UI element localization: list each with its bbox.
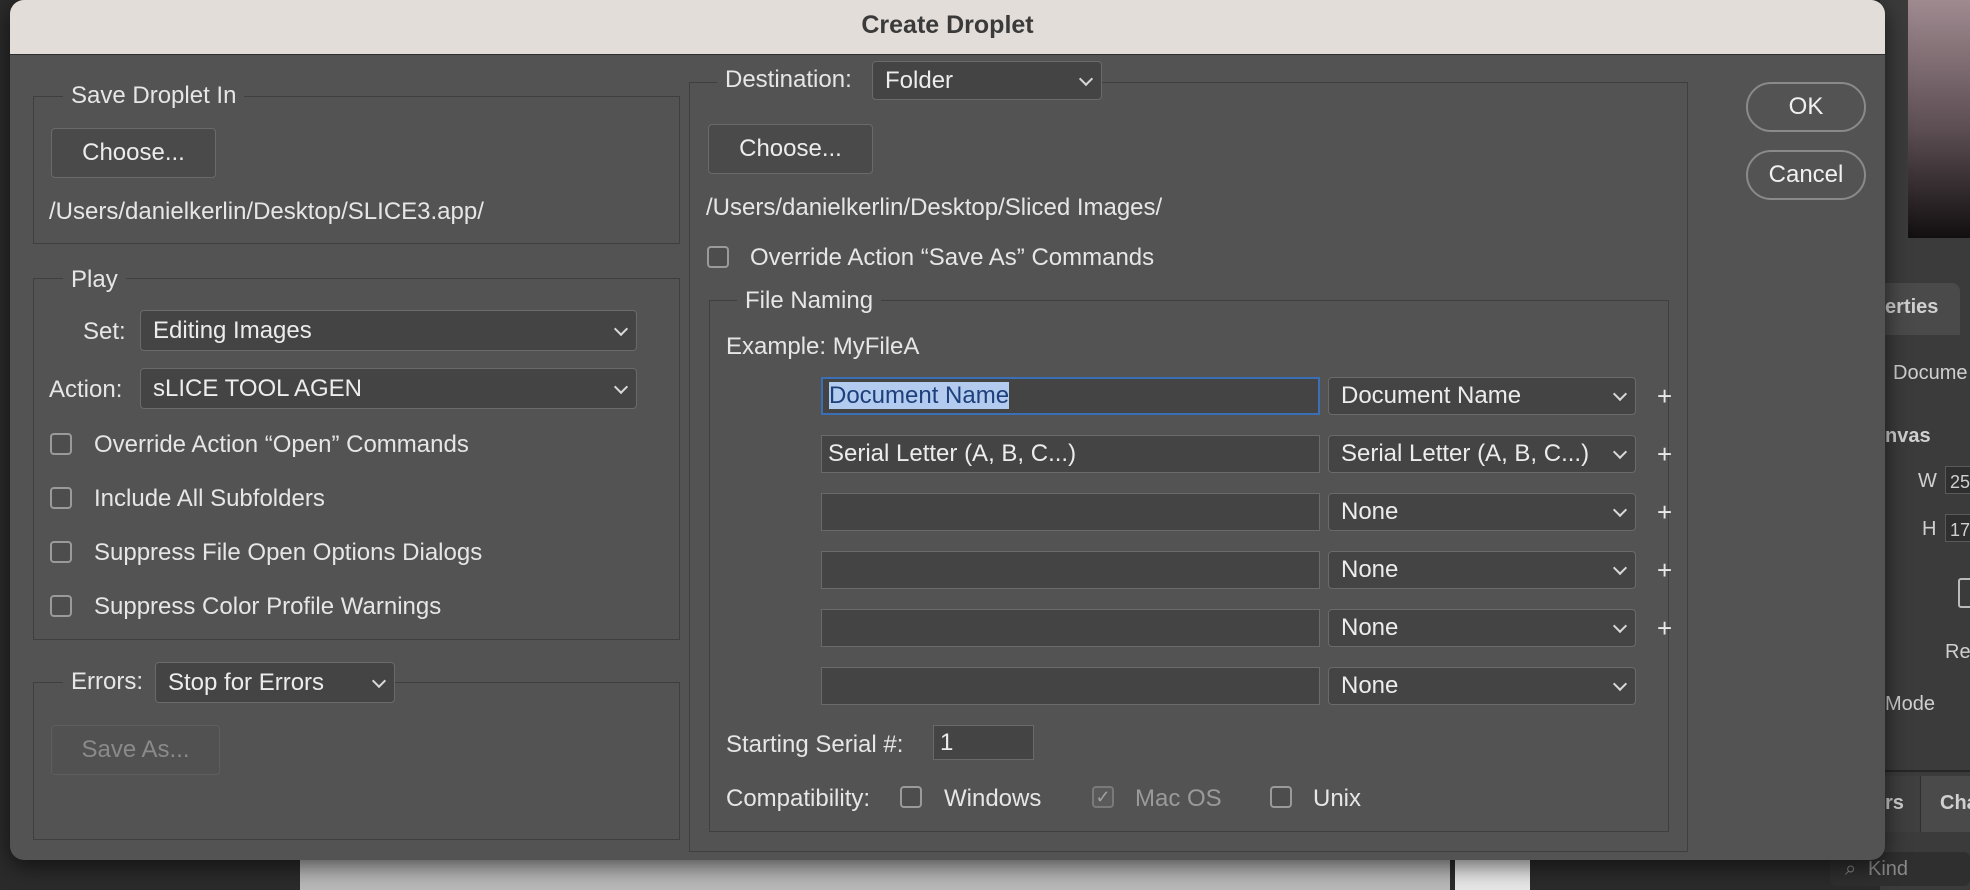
errors-select[interactable]: Stop for Errors xyxy=(155,662,395,703)
naming-select-1-value: Document Name xyxy=(1341,382,1522,409)
windows-checkbox[interactable] xyxy=(900,786,922,808)
naming-select-4-value: None xyxy=(1341,556,1399,583)
unix-checkbox[interactable] xyxy=(1270,786,1292,808)
chevron-down-icon xyxy=(1612,386,1628,402)
canvas-image-edge xyxy=(1455,855,1530,890)
width-input[interactable]: 25 xyxy=(1945,466,1970,494)
naming-field-1[interactable]: Document Name xyxy=(821,377,1320,415)
destination-choose-button[interactable]: Choose... xyxy=(708,124,873,174)
suppress-color-profile-label: Suppress Color Profile Warnings xyxy=(94,593,442,620)
set-label: Set: xyxy=(83,318,126,345)
add-row-3-button[interactable]: + xyxy=(1657,497,1672,528)
chevron-down-icon xyxy=(1612,502,1628,518)
width-label: W xyxy=(1918,470,1937,492)
naming-field-5[interactable] xyxy=(821,609,1320,647)
search-icon: ⌕ xyxy=(1845,858,1857,880)
errors-label: Errors: xyxy=(63,668,160,696)
add-row-1-button[interactable]: + xyxy=(1657,381,1672,412)
file-naming-legend: File Naming xyxy=(737,287,882,315)
naming-field-1-value: Document Name xyxy=(829,382,1010,409)
naming-field-4[interactable] xyxy=(821,551,1320,589)
layers-tab-label: rs xyxy=(1885,792,1904,814)
channels-tab-label: Cha xyxy=(1940,792,1970,814)
panel-divider xyxy=(1880,770,1970,772)
set-select[interactable]: Editing Images xyxy=(140,310,637,351)
set-select-value: Editing Images xyxy=(153,317,312,344)
add-row-5-button[interactable]: + xyxy=(1657,613,1672,644)
naming-select-1[interactable]: Document Name xyxy=(1328,377,1636,415)
override-save-as-label: Override Action “Save As” Commands xyxy=(750,244,1155,271)
add-row-2-button[interactable]: + xyxy=(1657,439,1672,470)
chevron-down-icon xyxy=(1612,618,1628,634)
include-subfolders-checkbox[interactable] xyxy=(50,487,72,509)
naming-select-6[interactable]: None xyxy=(1328,667,1636,705)
play-legend: Play xyxy=(63,266,126,294)
mac-os-checkbox[interactable]: ✓ xyxy=(1092,786,1114,808)
naming-select-2-value: Serial Letter (A, B, C...) xyxy=(1341,440,1590,467)
chevron-down-icon xyxy=(1078,71,1094,86)
height-input[interactable]: 17 xyxy=(1945,514,1970,542)
naming-select-3[interactable]: None xyxy=(1328,493,1636,531)
chevron-down-icon xyxy=(1612,560,1628,576)
suppress-open-options-label: Suppress File Open Options Dialogs xyxy=(94,539,483,566)
chevron-down-icon xyxy=(371,673,387,688)
naming-select-6-value: None xyxy=(1341,672,1399,699)
ok-button[interactable]: OK xyxy=(1746,82,1866,132)
create-droplet-dialog: Create Droplet Save Droplet In Choose...… xyxy=(10,0,1885,860)
height-label: H xyxy=(1922,518,1937,540)
starting-serial-input[interactable]: 1 xyxy=(933,725,1034,760)
naming-field-3[interactable] xyxy=(821,493,1320,531)
add-row-4-button[interactable]: + xyxy=(1657,555,1672,586)
naming-select-3-value: None xyxy=(1341,498,1399,525)
destination-select[interactable]: Folder xyxy=(872,61,1102,100)
naming-select-5-value: None xyxy=(1341,614,1399,641)
suppress-color-profile-checkbox[interactable] xyxy=(50,595,72,617)
mode-label: Mode xyxy=(1885,693,1936,715)
resample-label: Re xyxy=(1945,641,1970,663)
errors-select-value: Stop for Errors xyxy=(168,669,325,696)
windows-label: Windows xyxy=(944,785,1042,812)
override-open-label: Override Action “Open” Commands xyxy=(94,431,469,458)
destination-path: /Users/danielkerlin/Desktop/Sliced Image… xyxy=(706,194,1163,221)
save-droplet-in-legend: Save Droplet In xyxy=(63,82,245,110)
compatibility-label: Compatibility: xyxy=(726,785,871,812)
save-in-path: /Users/danielkerlin/Desktop/SLICE3.app/ xyxy=(49,198,484,225)
naming-field-2[interactable]: Serial Letter (A, B, C...) xyxy=(821,435,1320,473)
action-select[interactable]: sLICE TOOL AGEN xyxy=(140,368,637,409)
destination-select-value: Folder xyxy=(885,67,954,94)
starting-serial-label: Starting Serial #: xyxy=(726,731,904,758)
naming-select-5[interactable]: None xyxy=(1328,609,1636,647)
destination-label: Destination: xyxy=(717,66,877,94)
chevron-down-icon xyxy=(1612,676,1628,692)
naming-select-2[interactable]: Serial Letter (A, B, C...) xyxy=(1328,435,1636,473)
file-naming-example: Example: MyFileA xyxy=(726,333,920,360)
naming-field-6[interactable] xyxy=(821,667,1320,705)
chevron-down-icon xyxy=(613,379,629,394)
canvas-image xyxy=(300,855,1450,890)
chevron-down-icon xyxy=(1612,444,1628,460)
color-picker-field[interactable] xyxy=(1908,0,1970,238)
properties-tab-label: erties xyxy=(1885,296,1939,318)
canvas-section-label: nvas xyxy=(1885,425,1931,447)
orientation-icon[interactable] xyxy=(1958,578,1970,608)
chevron-down-icon xyxy=(613,321,629,336)
unix-label: Unix xyxy=(1313,785,1362,812)
suppress-open-options-checkbox[interactable] xyxy=(50,541,72,563)
naming-select-4[interactable]: None xyxy=(1328,551,1636,589)
cancel-button[interactable]: Cancel xyxy=(1746,150,1866,200)
override-save-as-checkbox[interactable] xyxy=(707,246,729,268)
save-as-button[interactable]: Save As... xyxy=(51,725,220,775)
action-label: Action: xyxy=(49,376,123,403)
dialog-title: Create Droplet xyxy=(861,11,1034,39)
override-open-checkbox[interactable] xyxy=(50,433,72,455)
action-select-value: sLICE TOOL AGEN xyxy=(153,375,362,402)
mac-os-label: Mac OS xyxy=(1135,785,1222,812)
save-in-choose-button[interactable]: Choose... xyxy=(51,128,216,178)
kind-placeholder: Kind xyxy=(1868,858,1909,880)
document-label: Docume xyxy=(1893,362,1968,384)
include-subfolders-label: Include All Subfolders xyxy=(94,485,325,512)
